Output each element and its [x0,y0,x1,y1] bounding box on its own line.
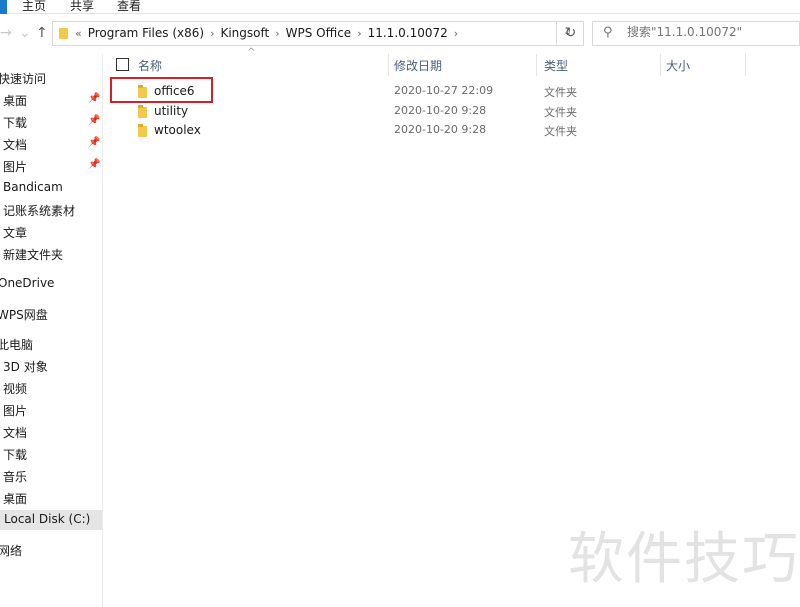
nav-label: 新建文件夹 [3,248,64,262]
nav-downloads[interactable]: 下载 📌 [0,112,102,132]
nav-documents[interactable]: 文档 📌 [0,134,102,154]
chevron-right-icon[interactable]: › [275,27,279,40]
file-name: utility [154,104,189,118]
nav-label: 音乐 [3,470,28,484]
column-header-row: ^ 名称 修改日期 类型 大小 [104,47,746,76]
nav-bandicam[interactable]: Bandicam [0,178,102,198]
address-bar[interactable]: « Program Files (x86) › Kingsoft › WPS O… [52,21,584,46]
select-all-checkbox[interactable] [116,58,129,71]
list-item[interactable]: utility 2020-10-20 9:28 文件夹 [104,102,746,122]
nav-downloads-pc[interactable]: 下载 [0,444,102,464]
nav-label: 下载 [3,448,28,462]
nav-label: 此电脑 [0,338,34,352]
file-modified: 2020-10-27 22:09 [394,84,494,97]
file-type: 文件夹 [544,125,577,138]
file-modified: 2020-10-20 9:28 [394,123,487,136]
nav-quick-access[interactable]: 快速访问 [0,68,102,88]
pin-icon[interactable]: 📌 [88,115,100,126]
column-type[interactable]: 类型 [544,57,568,74]
navigation-pane: 快速访问 桌面 📌 下载 📌 文档 📌 图片 📌 Bandicam 记账系统素材 文章 … [0,54,103,607]
breadcrumb-program-files[interactable]: Program Files (x86) [88,26,204,40]
sort-ascending-icon: ^ [247,47,256,58]
nav-label: 记账系统素材 [3,204,76,218]
nav-desktop[interactable]: 桌面 📌 [0,90,102,110]
column-modified[interactable]: 修改日期 [394,57,442,74]
pin-icon[interactable]: 📌 [88,137,100,148]
nav-label: WPS网盘 [0,308,48,322]
pin-icon[interactable]: 📌 [88,159,100,170]
tab-view[interactable]: 查看 [117,0,141,14]
folder-icon [59,28,68,39]
nav-documents-pc[interactable]: 文档 [0,422,102,442]
refresh-icon: ↻ [564,25,577,41]
nav-label: 下载 [3,116,28,130]
nav-music[interactable]: 音乐 [0,466,102,486]
nav-label: 图片 [3,404,28,418]
up-arrow-icon[interactable]: ↑ [36,25,48,41]
nav-label: Local Disk (C:) [4,512,91,526]
chevron-right-icon[interactable]: › [357,27,361,40]
column-divider[interactable] [388,54,389,76]
nav-onedrive[interactable]: OneDrive [0,274,102,294]
nav-label: 图片 [3,160,28,174]
search-box[interactable]: ⚲ [592,21,800,46]
file-modified: 2020-10-20 9:28 [394,104,487,117]
nav-3d-objects[interactable]: 3D 对象 [0,356,102,376]
back-arrow-icon[interactable]: → [0,25,12,41]
nav-this-pc[interactable]: 此电脑 [0,334,102,354]
breadcrumb-version[interactable]: 11.1.0.10072 [368,26,448,40]
nav-label: 3D 对象 [3,360,48,374]
column-name[interactable]: 名称 [138,57,162,74]
nav-new-folder[interactable]: 新建文件夹 [0,244,102,264]
list-item[interactable]: wtoolex 2020-10-20 9:28 文件夹 [104,121,746,141]
ribbon-tabs: 主页 共享 查看 [0,0,800,14]
nav-local-disk-c[interactable]: Local Disk (C:) [0,510,102,530]
breadcrumb-wps-office[interactable]: WPS Office [286,26,352,40]
address-row: → ⌄ ↑ « Program Files (x86) › Kingsoft ›… [0,14,800,54]
breadcrumb-kingsoft[interactable]: Kingsoft [220,26,269,40]
recent-dropdown-icon[interactable]: ⌄ [19,25,31,41]
folder-icon [138,124,147,137]
nav-network[interactable]: 网络 [0,540,102,560]
pin-icon[interactable]: 📌 [88,93,100,104]
tab-share[interactable]: 共享 [70,0,94,14]
refresh-button[interactable]: ↻ [556,21,584,46]
nav-label: OneDrive [0,276,55,290]
nav-videos[interactable]: 视频 [0,378,102,398]
nav-pictures[interactable]: 图片 📌 [0,156,102,176]
chevron-right-icon[interactable]: › [454,27,458,40]
nav-label: 桌面 [3,94,28,108]
search-input[interactable] [627,25,797,39]
file-tab[interactable] [0,0,7,14]
nav-label: 桌面 [3,492,28,506]
column-divider[interactable] [745,54,746,76]
chevron-right-icon[interactable]: › [210,27,214,40]
breadcrumb: « Program Files (x86) › Kingsoft › WPS O… [75,26,464,40]
watermark: 软件技巧 [568,527,800,592]
nav-wps-cloud[interactable]: WPS网盘 [0,304,102,324]
nav-label: 文档 [3,138,28,152]
folder-icon [138,105,147,118]
search-icon: ⚲ [603,25,613,40]
nav-articles[interactable]: 文章 [0,222,102,242]
overflow-chevron-icon[interactable]: « [75,27,82,40]
nav-label: 文章 [3,226,28,240]
file-type: 文件夹 [544,106,577,119]
nav-pictures-pc[interactable]: 图片 [0,400,102,420]
nav-label: 视频 [3,382,28,396]
nav-label: 文档 [3,426,28,440]
nav-accounting-assets[interactable]: 记账系统素材 [0,200,102,220]
nav-desktop-pc[interactable]: 桌面 [0,488,102,508]
nav-label: Bandicam [3,180,63,194]
highlight-annotation [110,77,213,103]
tab-home[interactable]: 主页 [22,0,46,14]
file-name: wtoolex [154,123,201,137]
column-divider[interactable] [536,54,537,76]
column-divider[interactable] [660,54,661,76]
column-size[interactable]: 大小 [666,57,690,74]
file-type: 文件夹 [544,86,577,99]
nav-label: 网络 [0,544,23,558]
nav-label: 快速访问 [0,72,47,86]
